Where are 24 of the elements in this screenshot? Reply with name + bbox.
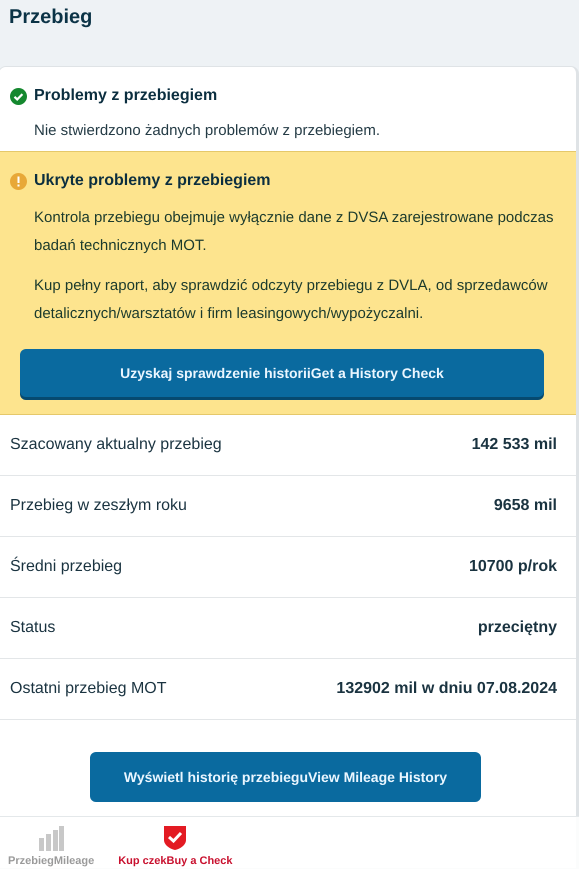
row-label: Status (10, 619, 56, 637)
nav-tab[interactable]: Kup czekBuy a Check (118, 817, 233, 869)
row-value: 10700 p/rok (468, 558, 557, 576)
row-value: przeciętny (478, 619, 557, 637)
row-value: 142 533 mil (472, 436, 557, 454)
notice-text: Kup pełny raport, aby sprawdzić odczyty przebiegu z DVLA, od sprzedawców detalicznych/warsztatów i firm leasingowych/wypożyczalni. (33, 276, 549, 324)
check-circle-icon (10, 88, 27, 104)
row-value: 9658 mil (494, 497, 557, 515)
notice-text: Kontrola przebiegu obejmuje wyłącznie dane z DVSA zarejestrowane podczas badań technicznych MOT. (33, 208, 554, 256)
history-check-button[interactable]: Uzyskaj sprawdzenie historiiGet a History Check (20, 349, 544, 397)
row-label: Przebieg w zeszłym roku (10, 497, 187, 515)
notice-title: Ukryte problemy z przebiegiem (34, 172, 271, 190)
notice-text: Nie stwierdzono żadnych problemów z przebiegiem. (33, 121, 381, 141)
row-label: Szacowany aktualny przebieg (10, 436, 222, 454)
row-label: Średni przebieg (10, 558, 122, 576)
row-value: 132902 mil w dniu 07.08.2024 (336, 680, 557, 698)
bar-chart-icon (38, 825, 64, 851)
mileage-history-button[interactable]: Wyświetl historię przebieguView Mileage History (90, 752, 481, 802)
notice-title: Problemy z przebiegiem (34, 87, 218, 105)
row-label: Ostatni przebieg MOT (10, 680, 166, 698)
shield-check-icon (163, 825, 188, 851)
page-title: Przebieg (9, 6, 94, 29)
exclamation-circle-icon (10, 172, 27, 190)
nav-tab[interactable]: PrzebiegMileage (8, 817, 94, 869)
